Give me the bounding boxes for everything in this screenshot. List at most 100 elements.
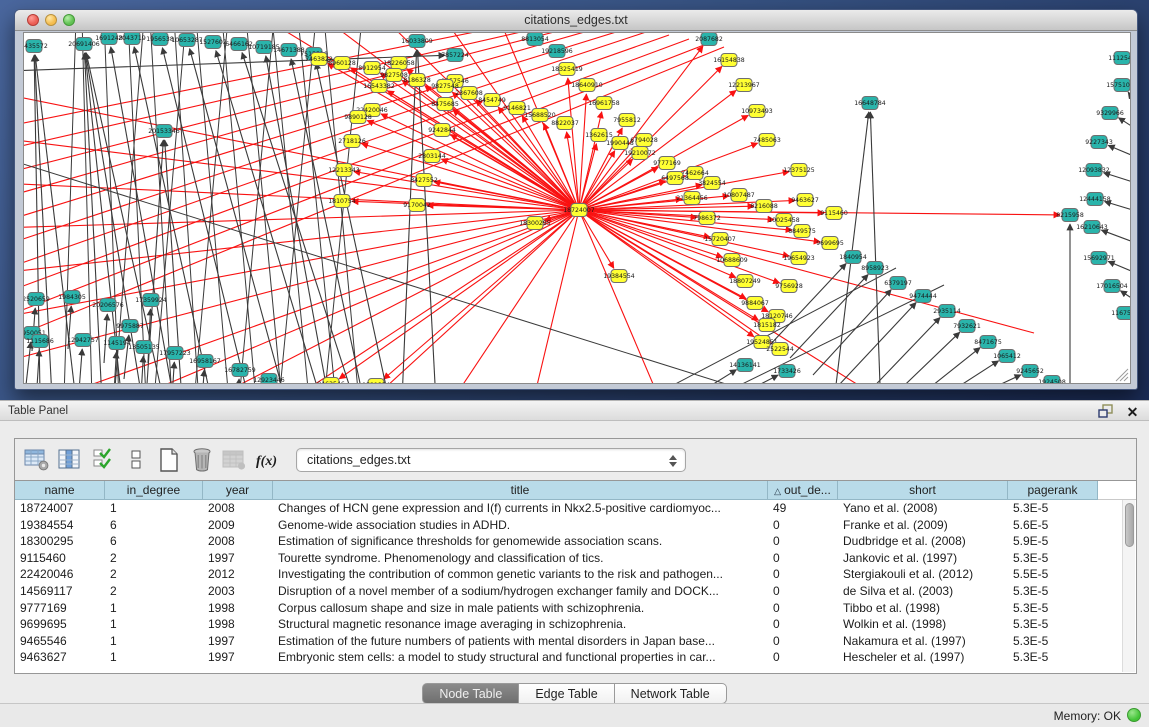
graph-node[interactable]: 16210643 (1076, 221, 1108, 234)
table-cell[interactable]: 1 (105, 633, 203, 650)
column-header-name[interactable]: name (15, 481, 105, 500)
graph-node[interactable]: 16782759 (224, 364, 256, 377)
graph-node[interactable]: 18325419 (551, 63, 583, 76)
table-cell[interactable]: 0 (768, 633, 838, 650)
graph-node[interactable]: 14136141 (729, 359, 761, 372)
table-cell[interactable]: 2008 (203, 533, 273, 550)
edge[interactable] (222, 33, 256, 383)
table-cell[interactable]: 0 (768, 566, 838, 583)
table-cell[interactable]: 6 (105, 517, 203, 534)
edge[interactable] (237, 379, 239, 383)
table-cell[interactable]: de Silva et al. (2003) (838, 583, 1008, 600)
edge[interactable] (908, 348, 980, 383)
table-cell[interactable]: 0 (768, 517, 838, 534)
edge[interactable] (579, 151, 615, 210)
graph-node[interactable]: 9756928 (775, 280, 803, 293)
table-cell[interactable]: 1997 (203, 550, 273, 567)
graph-node[interactable]: 1521354 (362, 379, 390, 384)
table-cell[interactable]: 5.3E-5 (1008, 649, 1098, 666)
table-cell[interactable]: 18724007 (15, 500, 105, 517)
graph-node[interactable]: 9227343 (1085, 136, 1113, 149)
table-cell[interactable]: Structural magnetic resonance image aver… (273, 616, 768, 633)
table-row[interactable]: 1830029562008Estimation of significance … (15, 533, 1136, 550)
table-cell[interactable]: Disruption of a novel member of a sodium… (273, 583, 768, 600)
graph-node[interactable]: 8471675 (974, 336, 1002, 349)
table-cell[interactable]: 0 (768, 533, 838, 550)
edge[interactable] (202, 370, 204, 383)
column-header-out_de[interactable]: △out_de... (768, 481, 838, 500)
table-cell[interactable]: 9699695 (15, 616, 105, 633)
table-cell[interactable]: Nakamura et al. (1997) (838, 633, 1008, 650)
table-cell[interactable]: Jankovic et al. (1997) (838, 550, 1008, 567)
table-cell[interactable]: 1997 (203, 633, 273, 650)
table-cell[interactable]: Estimation of the future numbers of pati… (273, 633, 768, 650)
edge[interactable] (64, 33, 76, 383)
network-view-window[interactable]: citations_edges.txt 94355722069140616912… (14, 9, 1138, 390)
table-cell[interactable]: Yano et al. (2008) (838, 500, 1008, 517)
edge[interactable] (79, 349, 82, 383)
table-cell[interactable]: 1 (105, 500, 203, 517)
table-row[interactable]: 1938455462009Genome-wide association stu… (15, 517, 1136, 534)
graph-node[interactable]: 15751074 (1106, 79, 1130, 92)
edge[interactable] (952, 375, 1021, 383)
table-cell[interactable]: 1 (105, 616, 203, 633)
table-cell[interactable]: 0 (768, 600, 838, 617)
table-cell[interactable]: Franke et al. (2009) (838, 517, 1008, 534)
graph-node[interactable]: 8958923 (861, 262, 889, 275)
graph-node[interactable]: 18226058 (383, 57, 415, 70)
edge[interactable] (886, 332, 960, 383)
column-header-pagerank[interactable]: pagerank (1008, 481, 1098, 500)
float-window-icon[interactable] (1097, 403, 1114, 420)
graph-node[interactable]: 9170042 (403, 199, 431, 212)
graph-node[interactable]: 17957223 (159, 347, 191, 360)
table-cell[interactable]: 2 (105, 550, 203, 567)
table-cell[interactable]: Genome-wide association studies in ADHD. (273, 517, 768, 534)
table-cell[interactable]: 22420046 (15, 566, 105, 583)
table-cell[interactable]: 19384554 (15, 517, 105, 534)
table-cell[interactable]: 0 (768, 649, 838, 666)
function-builder-icon[interactable]: f(x) (254, 446, 282, 474)
edge[interactable] (1120, 291, 1130, 301)
table-cell[interactable]: 5.3E-5 (1008, 633, 1098, 650)
graph-node[interactable]: 8849575 (788, 225, 816, 238)
graph-node[interactable]: 1145194 (103, 337, 131, 350)
graph-node[interactable]: 16648784 (854, 97, 886, 110)
graph-node[interactable]: 10025458 (768, 214, 800, 227)
table-cell[interactable]: 5.3E-5 (1008, 616, 1098, 633)
graph-node[interactable]: 9115460 (820, 207, 848, 220)
graph-node[interactable]: 1956538 (146, 33, 174, 46)
table-cell[interactable]: 5.5E-5 (1008, 566, 1098, 583)
table-cell[interactable]: 2012 (203, 566, 273, 583)
graph-node[interactable]: 7932621 (953, 320, 981, 333)
table-cell[interactable]: 5.3E-5 (1008, 583, 1098, 600)
edge[interactable] (239, 33, 274, 383)
table-cell[interactable]: 5.9E-5 (1008, 533, 1098, 550)
graph-node[interactable]: 12213967 (728, 79, 760, 92)
table-cell[interactable]: 5.3E-5 (1008, 600, 1098, 617)
edge[interactable] (26, 342, 31, 383)
table-settings-icon[interactable] (23, 446, 51, 474)
table-row[interactable]: 946362711997Embryonic stem cells: a mode… (15, 649, 1136, 666)
network-canvas[interactable]: 9435572206914061691248204371919565381065… (23, 32, 1131, 384)
edge[interactable] (339, 210, 579, 379)
graph-node[interactable]: 9435572 (24, 40, 48, 53)
table-cell[interactable]: Stergiakouli et al. (2012) (838, 566, 1008, 583)
graph-node[interactable]: 12375125 (783, 164, 815, 177)
table-cell[interactable]: 0 (768, 583, 838, 600)
table-cell[interactable]: 5.3E-5 (1008, 550, 1098, 567)
graph-node[interactable]: 1527602 (199, 36, 227, 49)
graph-node[interactable]: 9463627 (791, 194, 819, 207)
graph-node[interactable]: 12093832 (1078, 164, 1110, 177)
graph-node[interactable]: 12444158 (1079, 193, 1111, 206)
edge[interactable] (196, 33, 229, 383)
graph-node[interactable]: 19384554 (603, 270, 635, 283)
graph-node[interactable]: 1924508 (1038, 376, 1066, 384)
table-cell[interactable]: 2 (105, 566, 203, 583)
edge[interactable] (724, 375, 778, 383)
graph-node[interactable]: 16961758 (588, 97, 620, 110)
graph-node[interactable]: 19210072 (624, 147, 656, 160)
close-icon[interactable]: ✕ (1124, 403, 1141, 420)
table-row[interactable]: 1872400712008Changes of HCN gene express… (15, 500, 1136, 517)
graph-node[interactable]: 1840954 (839, 251, 867, 264)
graph-node[interactable]: 2087682 (695, 33, 723, 46)
